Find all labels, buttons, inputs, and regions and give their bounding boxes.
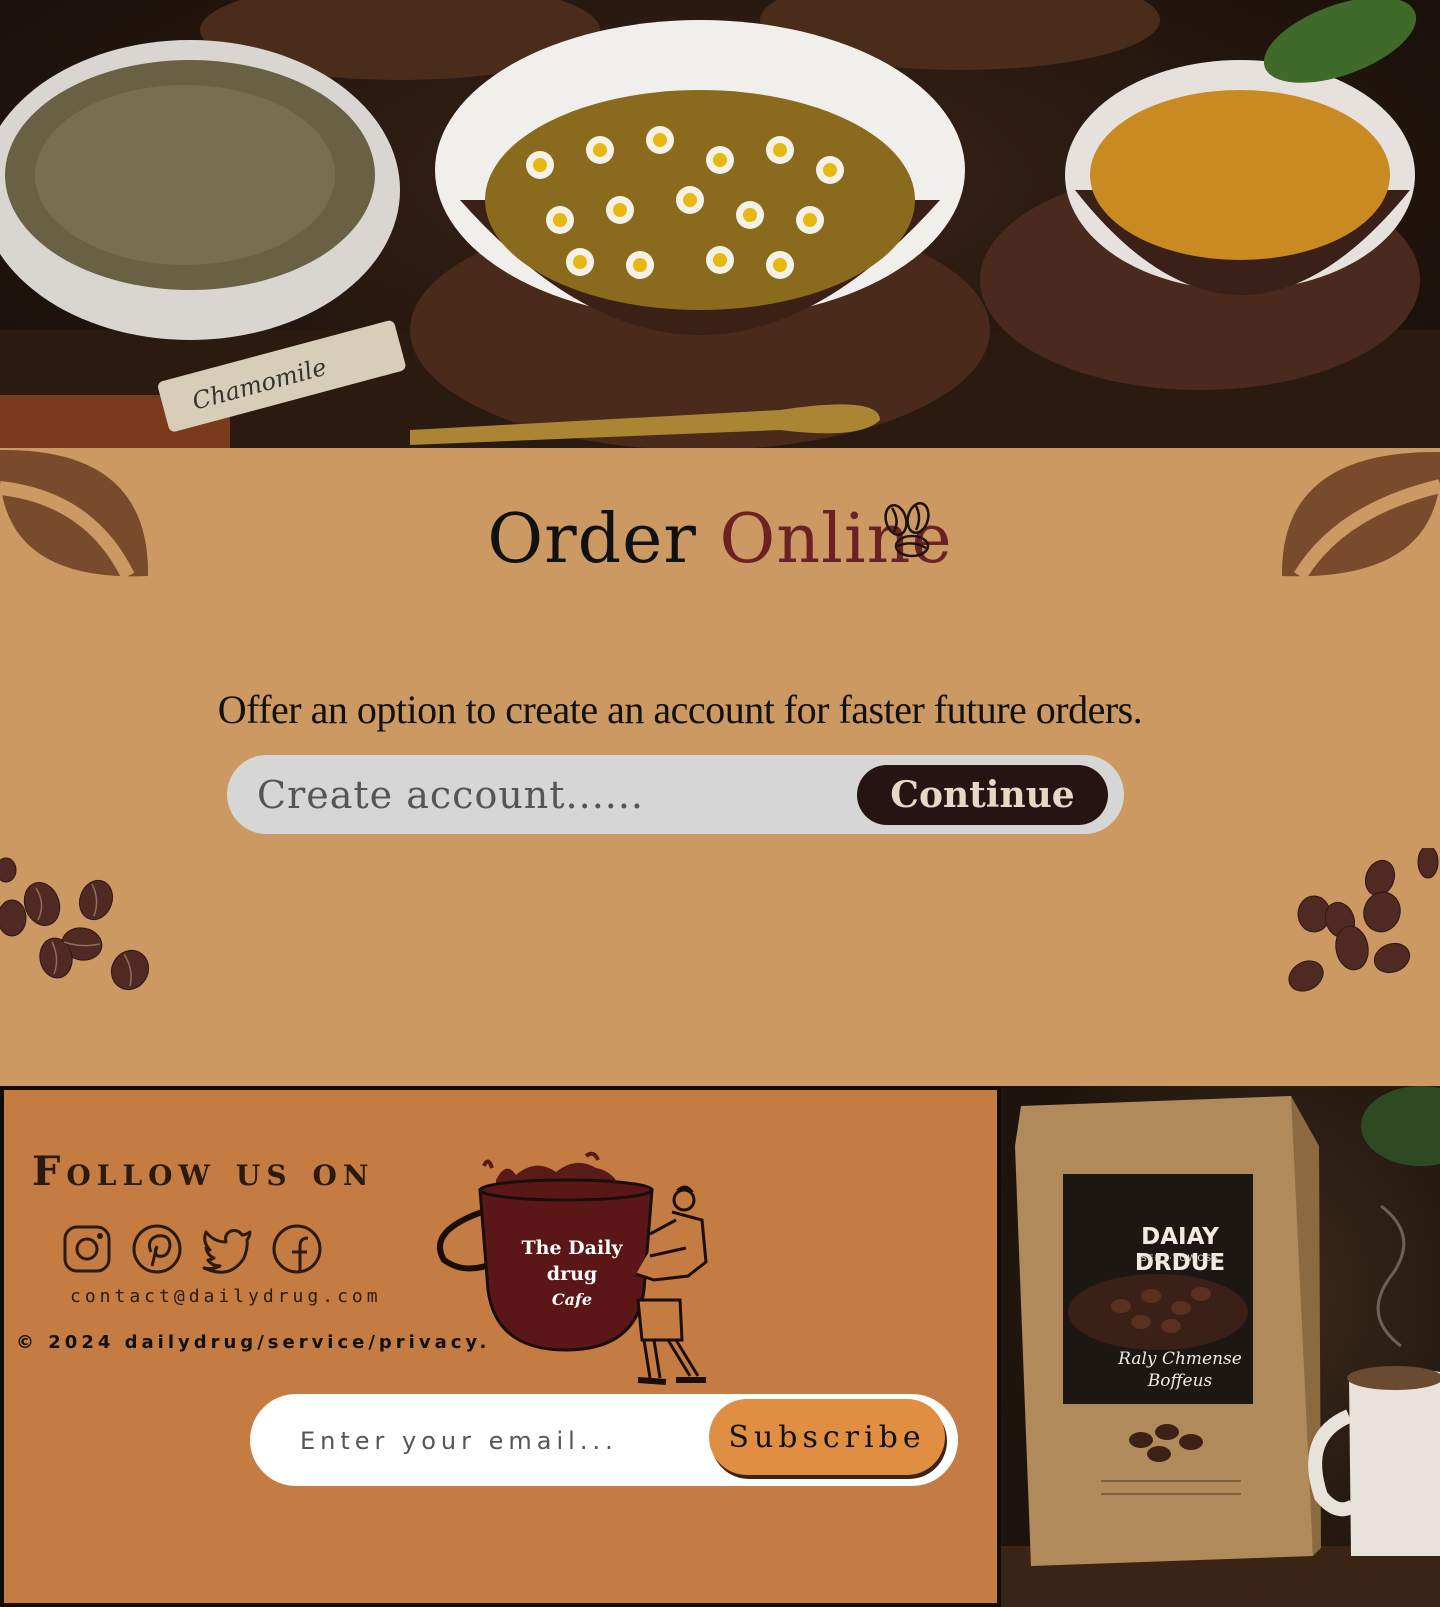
newsletter-form: Subscribe: [250, 1394, 958, 1486]
bag-brand: DAIAY DRDUE: [1134, 1224, 1226, 1276]
create-account-form: Continue: [227, 755, 1124, 834]
page-title: Order Online: [0, 500, 1440, 579]
logo-text: The Daily drug Cafe: [509, 1235, 635, 1313]
coffee-bag-illustration: [1001, 1086, 1440, 1607]
coffee-bag-image: DAIAY DRDUE SEDT·TOWOSS Raly Chmense Bof…: [1001, 1086, 1440, 1607]
bag-subtitle: SEDT·TOWOSS: [1141, 1254, 1219, 1264]
copyright: © 2024 dailydrug/service/privacy.: [16, 1332, 491, 1353]
logo-line-2: drug: [546, 1263, 598, 1285]
follow-heading: Follow us on: [32, 1148, 375, 1195]
email-input[interactable]: [298, 1410, 682, 1472]
bag-name-line-2: Boffeus: [1147, 1371, 1213, 1391]
instagram-icon[interactable]: [60, 1222, 114, 1276]
pinterest-icon[interactable]: [130, 1222, 184, 1276]
footer: Follow us on contact@dailydrug.com © 202…: [0, 1086, 1001, 1607]
twitter-icon[interactable]: [200, 1222, 254, 1276]
social-links: [60, 1222, 324, 1276]
coffee-beans-icon: [884, 502, 930, 558]
coffee-beans-scatter-right: [1288, 848, 1439, 992]
hero-image: Chamomile: [0, 0, 1440, 448]
logo-line-1: The Daily: [521, 1237, 623, 1259]
facebook-icon[interactable]: [270, 1222, 324, 1276]
order-subtitle: Offer an option to create an account for…: [217, 687, 1143, 732]
tea-bowls-illustration: Chamomile: [0, 0, 1440, 448]
coffee-beans-scatter-left: [0, 857, 150, 991]
continue-button[interactable]: Continue: [857, 765, 1108, 825]
order-online-section: Order Online Offer an option to create a…: [0, 448, 1440, 1086]
subscribe-button[interactable]: Subscribe: [709, 1399, 945, 1475]
create-account-input[interactable]: [255, 763, 819, 827]
bag-name-line-1: Raly Chmense: [1118, 1349, 1242, 1369]
bag-product-name: Raly Chmense Boffeus: [1095, 1348, 1265, 1392]
contact-email[interactable]: contact@dailydrug.com: [70, 1286, 382, 1307]
title-main: Order: [487, 500, 697, 579]
logo-line-3: Cafe: [551, 1290, 593, 1309]
